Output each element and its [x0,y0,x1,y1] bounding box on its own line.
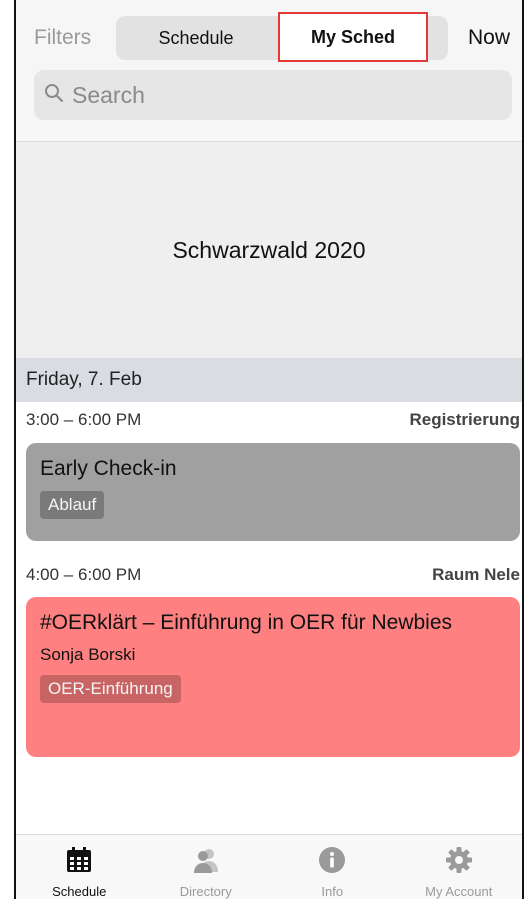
session-location: Registrierung [409,410,520,429]
tab-info[interactable]: Info [269,835,396,899]
search-placeholder: Search [72,81,145,108]
session-card-early-check-in[interactable]: Early Check-in Ablauf [26,443,520,541]
tab-my-account[interactable]: My Account [396,835,523,899]
top-bar: Filters Schedule My Sched Now Search [16,0,522,142]
session-time: 3:00 – 6:00 PM [26,410,142,429]
session-card-oerklart[interactable]: #OERklärt – Einführung in OER für Newbie… [26,597,520,757]
session-speaker: Sonja Borski [40,645,136,664]
session-location: Raum Nele [432,565,520,584]
session-time: 4:00 – 6:00 PM [26,565,142,584]
tab-label: Info [321,884,344,899]
tab-label: Schedule [52,884,107,899]
people-icon [191,845,221,880]
segment-my-sched[interactable]: My Sched [278,12,428,62]
day-header: Friday, 7. Feb [16,358,522,402]
segment-schedule[interactable]: Schedule [116,16,276,60]
session-time-row: 3:00 – 6:00 PM Registrierung [26,410,520,430]
segmented-control: Schedule My Sched [116,12,448,62]
now-button[interactable]: Now [468,26,510,50]
event-banner: Schwarzwald 2020 [16,142,522,358]
search-icon [44,83,64,108]
tab-schedule[interactable]: Schedule [16,835,143,899]
search-input[interactable]: Search [34,70,512,120]
session-time-row: 4:00 – 6:00 PM Raum Nele [26,565,520,585]
tab-label: Directory [179,884,232,899]
tab-bar: Schedule Directory Info My Account [16,834,522,899]
session-title: #OERklärt – Einführung in OER für Newbie… [40,611,453,634]
event-title: Schwarzwald 2020 [172,236,366,263]
session-tag: OER-Einführung [40,675,181,703]
session-tag: Ablauf [40,491,105,519]
tab-directory[interactable]: Directory [143,835,270,899]
gear-icon [444,845,474,880]
app-frame: Filters Schedule My Sched Now Search Sch… [14,0,524,899]
info-icon [317,845,347,880]
session-title: Early Check-in [40,457,177,480]
calendar-icon [64,845,94,880]
tab-label: My Account [425,884,493,899]
filters-button[interactable]: Filters [34,26,91,50]
